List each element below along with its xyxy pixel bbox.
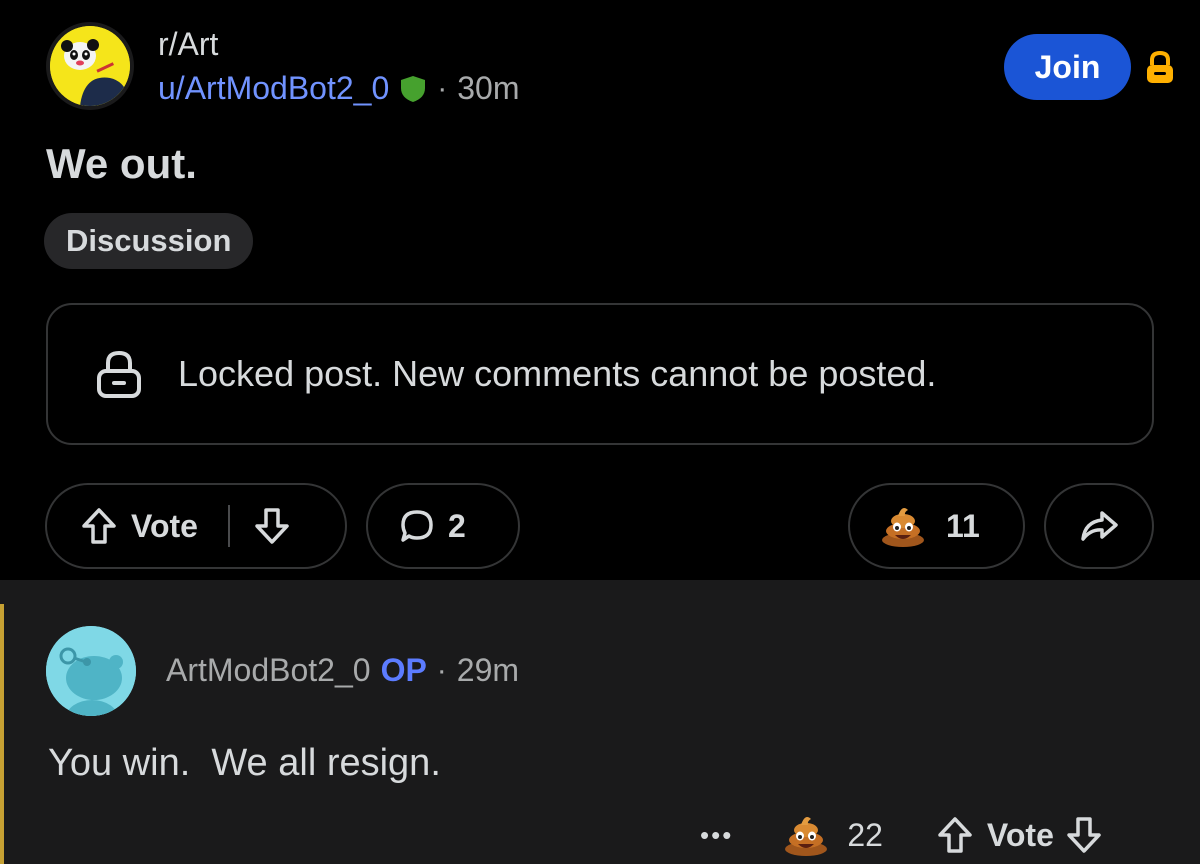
upvote-icon[interactable] xyxy=(937,816,973,854)
locked-message: Locked post. New comments cannot be post… xyxy=(178,353,937,394)
snoo-avatar-icon xyxy=(46,626,136,716)
downvote-icon[interactable] xyxy=(254,507,290,545)
more-options-button[interactable]: ••• xyxy=(700,820,733,851)
comment-body: You win. We all resign. xyxy=(48,742,441,784)
comment-author[interactable]: ArtModBot2_0 xyxy=(166,652,371,689)
meta-separator: · xyxy=(437,71,448,105)
comment-author-avatar[interactable] xyxy=(46,626,136,716)
op-badge: OP xyxy=(380,652,427,688)
subreddit-name[interactable]: r/Art xyxy=(158,26,218,63)
section-divider xyxy=(0,580,1200,604)
meta-separator: · xyxy=(436,653,447,687)
poop-award-icon xyxy=(882,508,924,547)
award-button[interactable]: 11 xyxy=(848,483,1025,569)
comment-actions: ••• 22 Vote xyxy=(700,812,1102,858)
comment-card: ArtModBot2_0 OP · 29m You win. We all re… xyxy=(0,604,1200,864)
comments-button[interactable]: 2 xyxy=(366,483,520,569)
share-icon xyxy=(1081,511,1118,541)
post-flair[interactable]: Discussion xyxy=(44,213,254,269)
subreddit-avatar[interactable] xyxy=(46,22,134,110)
vote-label: Vote xyxy=(131,507,198,544)
downvote-icon[interactable] xyxy=(1066,816,1102,854)
thread-line xyxy=(0,604,4,864)
comment-time: 29m xyxy=(456,652,520,688)
post-title[interactable]: We out. xyxy=(46,140,197,188)
post-author-line: u/ArtModBot2_0 · 30m xyxy=(158,70,520,107)
panda-avatar-icon xyxy=(50,26,130,106)
upvote-icon[interactable] xyxy=(81,507,117,545)
locked-notice: Locked post. New comments cannot be post… xyxy=(46,303,1154,445)
post-time: 30m xyxy=(457,70,520,106)
vote-divider xyxy=(227,505,230,547)
shield-icon xyxy=(401,75,426,102)
post-author-link[interactable]: u/ArtModBot2_0 xyxy=(158,70,389,107)
post-vote-control: Vote xyxy=(45,483,347,569)
lock-icon xyxy=(1147,50,1173,83)
lock-icon xyxy=(97,350,141,398)
join-button[interactable]: Join xyxy=(1004,34,1131,100)
share-button[interactable] xyxy=(1044,483,1154,569)
post-card: r/Art u/ArtModBot2_0 · 30m Join We out. … xyxy=(0,0,1200,580)
comment-count: 2 xyxy=(448,507,466,544)
poop-award-icon[interactable] xyxy=(783,813,829,857)
comment-award-count: 22 xyxy=(847,816,883,853)
comment-icon xyxy=(401,510,433,542)
comment-vote-label: Vote xyxy=(986,816,1054,853)
comment-meta: ArtModBot2_0 OP · 29m xyxy=(166,652,519,689)
award-count: 11 xyxy=(946,507,980,544)
